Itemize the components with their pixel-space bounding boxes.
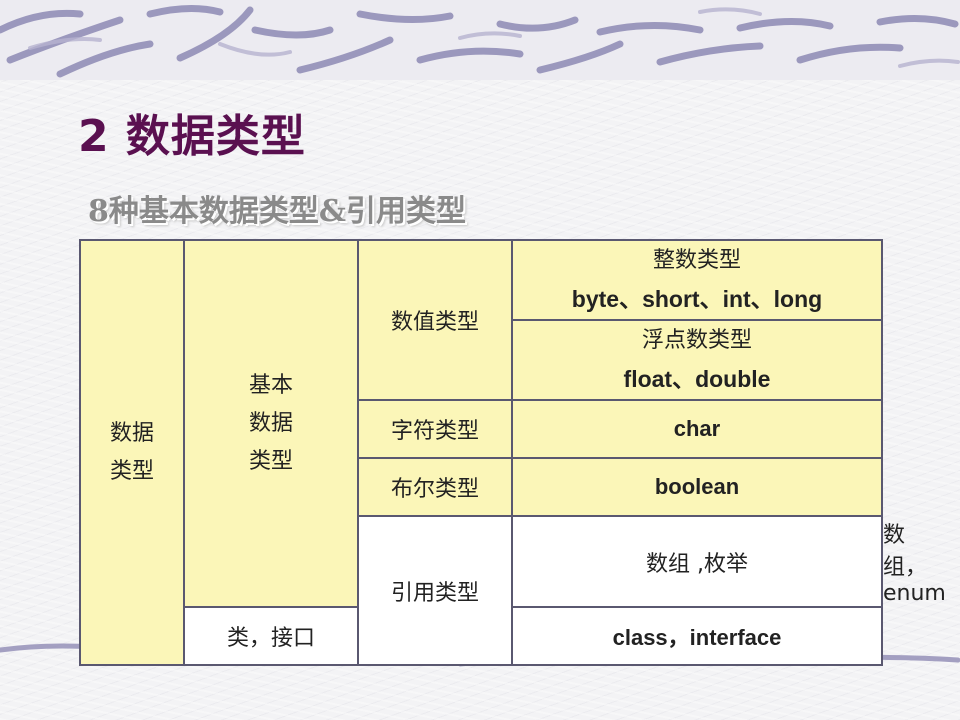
char-type-value: char [511, 399, 883, 459]
basic-types-cell: 基本 数据 类型 [183, 239, 359, 608]
integer-types-label: 整数类型 [652, 248, 741, 273]
slide-subtitle: 8种基本数据类型&引用类型 [88, 194, 466, 229]
basic-types-line-3: 类型 [248, 448, 293, 474]
class-interface-value: class，interface [511, 606, 883, 666]
reference-types-cell: 引用类型 [357, 515, 513, 666]
basic-types-line-1: 基本 [248, 372, 293, 398]
float-types-label: 浮点数类型 [641, 328, 752, 353]
array-enum-label: 数组 ,枚举 [511, 515, 883, 608]
root-category-line-1: 数据 [109, 420, 154, 446]
class-interface-label: 类，接口 [183, 606, 359, 666]
integer-types-values: byte、short、int、long [571, 286, 823, 312]
root-category-line-2: 类型 [109, 458, 154, 484]
integer-types-cell: 整数类型 byte、short、int、long [511, 239, 883, 321]
decorative-top-band [0, 0, 960, 80]
boolean-type-value: boolean [511, 457, 883, 517]
data-types-table: 数据 类型 基本 数据 类型 数值类型 整数类型 byte、short、int、… [79, 239, 946, 666]
slide-title: 2 数据类型 [78, 111, 306, 162]
boolean-type-label: 布尔类型 [357, 457, 513, 517]
basic-types-line-2: 数据 [248, 410, 293, 436]
float-types-values: float、double [623, 366, 771, 392]
numeric-types-cell: 数值类型 [357, 239, 513, 401]
char-type-label: 字符类型 [357, 399, 513, 459]
root-category-cell: 数据 类型 [79, 239, 185, 666]
float-types-cell: 浮点数类型 float、double [511, 319, 883, 401]
